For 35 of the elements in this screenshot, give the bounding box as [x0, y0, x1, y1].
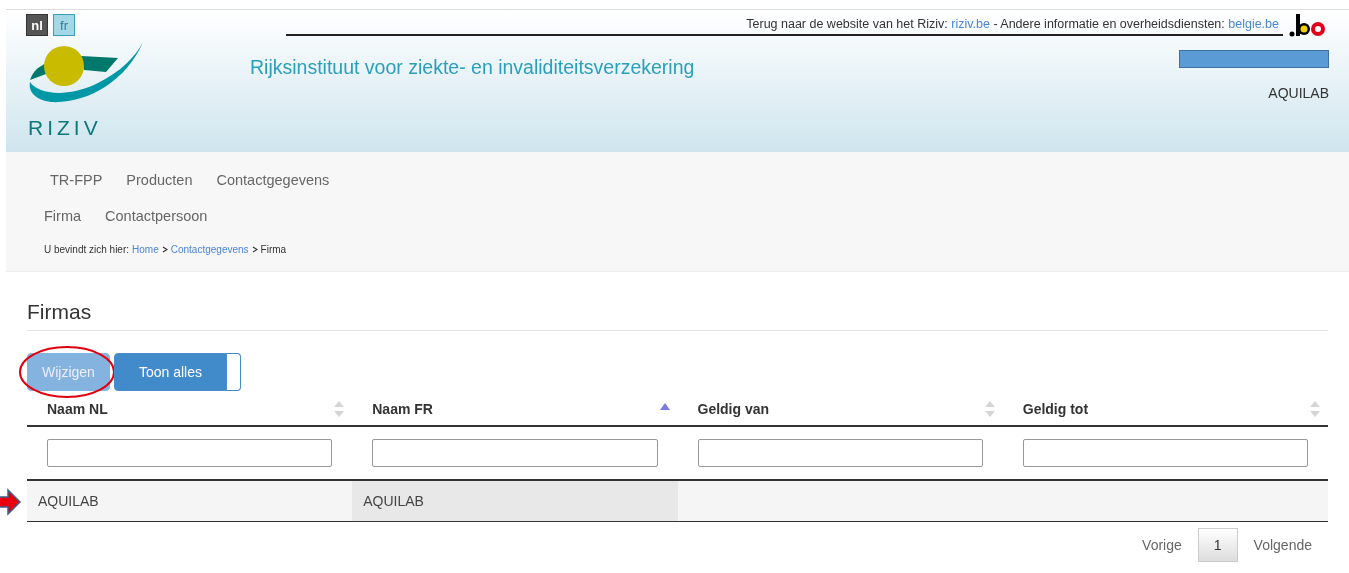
- page-button[interactable]: 1: [1197, 528, 1238, 562]
- breadcrumb-link[interactable]: Contactgegevens: [170, 244, 249, 255]
- next-link[interactable]: Volgende: [1237, 537, 1328, 553]
- language-link[interactable]: fr: [53, 14, 75, 36]
- belgie-link[interactable]: belgie.be: [1228, 17, 1279, 31]
- column-header[interactable]: Naam FR: [352, 395, 678, 426]
- page-title: Firmas: [27, 300, 1328, 331]
- chevron-icon: [161, 246, 168, 253]
- site-title: Rijksinstituut voor ziekte- en invaliditeitsverzekering: [249, 56, 695, 80]
- nav-link[interactable]: Producten: [126, 172, 193, 188]
- filter-field[interactable]: [372, 439, 658, 467]
- table-cell: AQUILAB: [38, 493, 99, 509]
- column-header[interactable]: Geldig tot: [1002, 395, 1328, 426]
- chevron-icon: [251, 246, 258, 253]
- table-cell: AQUILAB: [363, 493, 424, 509]
- nav-link[interactable]: TR-FPP: [50, 172, 103, 188]
- column-header[interactable]: Geldig van: [677, 395, 1003, 426]
- filter-field[interactable]: [47, 439, 333, 467]
- show-all-button[interactable]: Toon alles: [113, 353, 227, 391]
- riziv-link[interactable]: riziv.be: [951, 17, 990, 31]
- annotation-arrow-icon: [0, 488, 22, 516]
- breadcrumb-current: Firma: [260, 244, 287, 255]
- language-link[interactable]: nl: [26, 14, 48, 36]
- nav-link[interactable]: Contactpersoon: [105, 208, 208, 224]
- logo-text: RIZIV: [27, 116, 103, 140]
- user-name: AQUILAB: [1268, 85, 1329, 101]
- breadcrumb-label: U bevindt zich hier:: [44, 244, 130, 255]
- column-header[interactable]: Naam NL: [27, 395, 353, 426]
- filter-field[interactable]: [697, 439, 983, 467]
- nav-link[interactable]: Firma: [44, 208, 82, 224]
- breadcrumb-link[interactable]: Home: [132, 244, 159, 255]
- top-links-text: Terug naar de website van het Riziv: riziv.be - Andere informatie en overheidsdiensten: belgie.be: [286, 14, 1283, 36]
- filter-field[interactable]: [1022, 439, 1308, 467]
- nav-link[interactable]: Contactgegevens: [216, 172, 330, 188]
- previous-link[interactable]: Vorige: [1126, 537, 1198, 553]
